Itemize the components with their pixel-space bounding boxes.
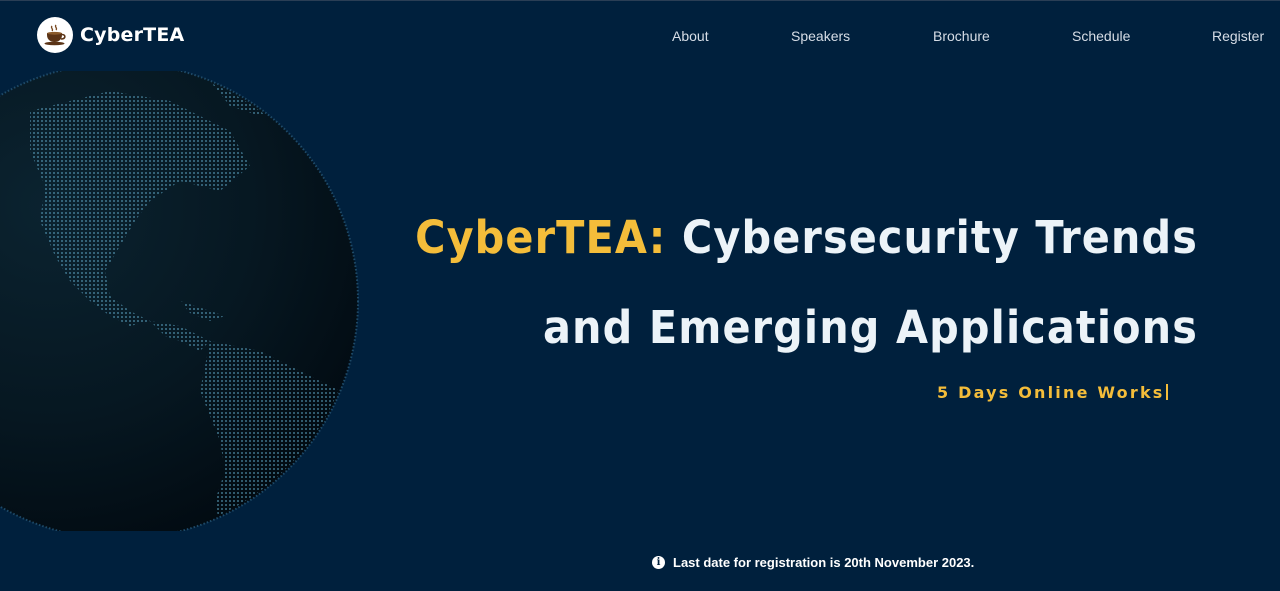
registration-notice-text: Last date for registration is 20th Novem… bbox=[673, 555, 975, 570]
nav-link-register[interactable]: Register bbox=[1212, 28, 1264, 44]
hero-title-rest: Cybersecurity Trends bbox=[681, 211, 1198, 264]
nav-link-brochure[interactable]: Brochure bbox=[933, 28, 990, 44]
registration-notice: i Last date for registration is 20th Nov… bbox=[652, 555, 974, 570]
main-nav: About Speakers Brochure Schedule Registe… bbox=[0, 28, 1280, 48]
hero-section: CyberTEA About Speakers Brochure Schedul… bbox=[0, 0, 1280, 591]
info-icon: i bbox=[652, 556, 665, 569]
hero-subtitle-text: 5 Days Online Works bbox=[937, 383, 1165, 402]
hero-title-line-1: CyberTEA: Cybersecurity Trends bbox=[415, 211, 1198, 264]
nav-link-schedule[interactable]: Schedule bbox=[1072, 28, 1130, 44]
hero-title-accent: CyberTEA: bbox=[415, 211, 667, 264]
nav-link-speakers[interactable]: Speakers bbox=[791, 28, 850, 44]
hero-subtitle: 5 Days Online Works bbox=[937, 383, 1168, 402]
globe-illustration bbox=[0, 71, 359, 531]
hero-title-line-2: and Emerging Applications bbox=[542, 301, 1198, 354]
typing-cursor bbox=[1165, 384, 1168, 400]
nav-link-about[interactable]: About bbox=[672, 28, 709, 44]
